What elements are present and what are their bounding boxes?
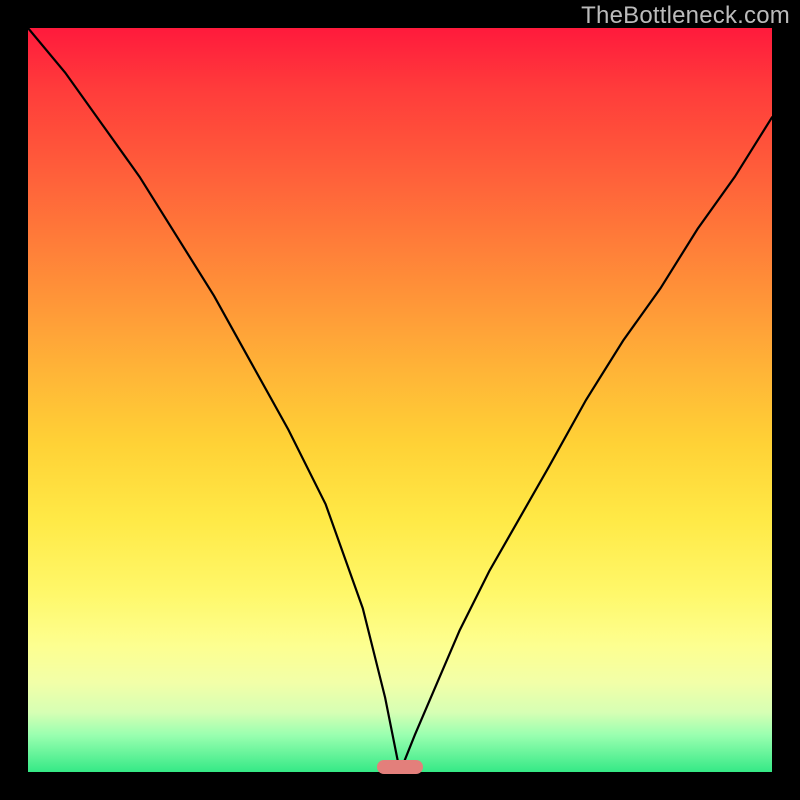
chart-frame: TheBottleneck.com bbox=[0, 0, 800, 800]
plot-area bbox=[28, 28, 772, 772]
bottleneck-curve bbox=[28, 28, 772, 772]
trough-marker bbox=[377, 760, 423, 774]
watermark-text: TheBottleneck.com bbox=[581, 2, 790, 30]
curve-svg bbox=[28, 28, 772, 772]
